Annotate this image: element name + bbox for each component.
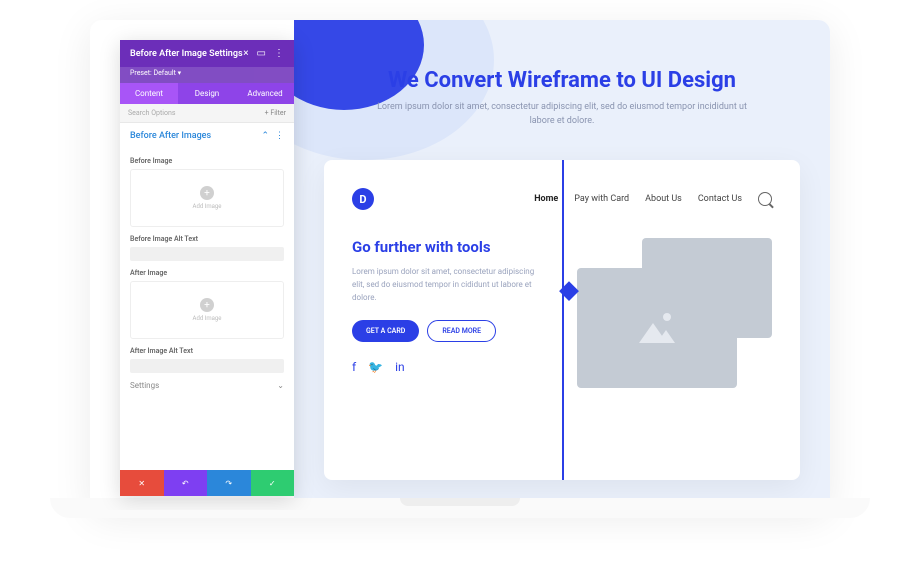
- hero-title: We Convert Wireframe to UI Design: [294, 20, 830, 93]
- settings-section[interactable]: Settings ⌄: [130, 373, 284, 398]
- section-header[interactable]: Before After Images ⌃ ⋮: [120, 123, 294, 149]
- after-alt-input[interactable]: [130, 359, 284, 373]
- nav-home[interactable]: Home: [534, 194, 558, 204]
- social-icons: f 🐦 in: [352, 360, 547, 374]
- nav-pay[interactable]: Pay with Card: [574, 194, 629, 204]
- collapse-icon[interactable]: ⌃: [261, 131, 269, 141]
- laptop-notch: [400, 498, 520, 506]
- chevron-down-icon: ⌄: [277, 381, 284, 390]
- get-card-button[interactable]: GET A CARD: [352, 320, 419, 342]
- section-title: Before After Images: [130, 131, 211, 141]
- panel-title: Before After Image Settings: [130, 49, 243, 59]
- tab-content[interactable]: Content: [120, 83, 178, 104]
- before-image-label: Before Image: [130, 157, 284, 165]
- panel-tabs: Content Design Advanced: [120, 83, 294, 104]
- tab-design[interactable]: Design: [178, 83, 236, 104]
- filter-button[interactable]: + Filter: [265, 109, 286, 117]
- search-icon[interactable]: [758, 192, 772, 206]
- facebook-icon[interactable]: f: [352, 360, 356, 374]
- undo-button[interactable]: ↶: [164, 470, 208, 496]
- hero-subtitle: Lorem ipsum dolor sit amet, consectetur …: [294, 93, 830, 128]
- read-more-button[interactable]: READ MORE: [427, 320, 496, 342]
- logo[interactable]: D: [352, 188, 374, 210]
- nav-contact[interactable]: Contact Us: [698, 194, 742, 204]
- before-alt-label: Before Image Alt Text: [130, 235, 284, 243]
- before-image-upload[interactable]: + Add Image: [130, 169, 284, 227]
- search-input[interactable]: Search Options: [128, 109, 175, 117]
- before-after-slider-line: [562, 160, 564, 480]
- nav-about[interactable]: About Us: [645, 194, 682, 204]
- add-image-text: Add Image: [193, 203, 222, 210]
- save-button[interactable]: ✓: [251, 470, 295, 496]
- card-heading: Go further with tools: [352, 238, 547, 256]
- section-menu-icon[interactable]: ⋮: [275, 131, 284, 141]
- laptop-base: [50, 498, 870, 518]
- card-text: Lorem ipsum dolor sit amet, consectetur …: [352, 266, 547, 304]
- panel-header: Before After Image Settings × ▭ ⋮: [120, 40, 294, 67]
- menu-icon[interactable]: ⋮: [274, 48, 284, 59]
- tab-advanced[interactable]: Advanced: [236, 83, 294, 104]
- cancel-button[interactable]: ✕: [120, 470, 164, 496]
- image-placeholder: [577, 268, 737, 388]
- after-image-label: After Image: [130, 269, 284, 277]
- add-icon: +: [200, 186, 214, 200]
- add-image-text: Add Image: [193, 315, 222, 322]
- twitter-icon[interactable]: 🐦: [368, 360, 383, 374]
- panel-body: Before Image + Add Image Before Image Al…: [120, 149, 294, 470]
- preview-canvas: We Convert Wireframe to UI Design Lorem …: [294, 20, 830, 510]
- panel-searchbar: Search Options + Filter: [120, 104, 294, 123]
- settings-panel: Before After Image Settings × ▭ ⋮ Preset…: [120, 40, 294, 496]
- add-icon: +: [200, 298, 214, 312]
- linkedin-icon[interactable]: in: [395, 360, 405, 374]
- nav-links: Home Pay with Card About Us Contact Us: [534, 192, 772, 206]
- after-image-upload[interactable]: + Add Image: [130, 281, 284, 339]
- before-alt-input[interactable]: [130, 247, 284, 261]
- panel-footer: ✕ ↶ ↷ ✓: [120, 470, 294, 496]
- redo-button[interactable]: ↷: [207, 470, 251, 496]
- expand-icon[interactable]: ▭: [257, 48, 266, 59]
- close-icon[interactable]: ×: [243, 48, 248, 59]
- after-alt-label: After Image Alt Text: [130, 347, 284, 355]
- preset-label[interactable]: Preset: Default ▾: [120, 67, 294, 83]
